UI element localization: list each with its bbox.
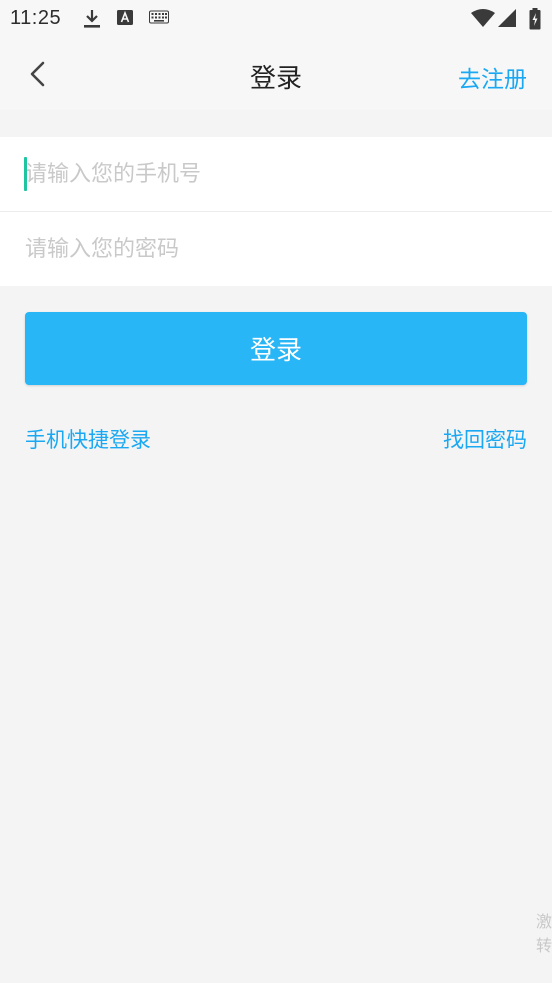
a-notification-icon xyxy=(117,10,133,25)
download-icon xyxy=(84,10,100,28)
phone-field xyxy=(0,137,552,211)
nav-bar: 登录 去注册 xyxy=(0,38,552,110)
forgot-password-link[interactable]: 找回密码 xyxy=(443,424,527,454)
status-bar: 11:25 xyxy=(0,0,552,38)
login-screen: 11:25 登录 去注册 请输入您的手机号 登录 手机快捷登录 找回密码 激 转 xyxy=(0,0,552,983)
watermark-line: 转 xyxy=(536,936,552,955)
wifi-icon xyxy=(471,9,495,27)
register-link[interactable]: 去注册 xyxy=(458,60,527,94)
text-cursor xyxy=(24,157,27,191)
password-field xyxy=(0,211,552,286)
quick-login-link[interactable]: 手机快捷登录 xyxy=(25,424,151,454)
watermark: 激 转 xyxy=(536,910,552,958)
keyboard-icon xyxy=(149,10,169,24)
password-input[interactable] xyxy=(25,229,525,269)
signal-icon xyxy=(498,9,516,27)
phone-input[interactable] xyxy=(25,154,525,194)
login-button[interactable]: 登录 xyxy=(25,312,527,385)
battery-charging-icon xyxy=(529,8,541,30)
watermark-line: 激 xyxy=(536,912,552,931)
login-form xyxy=(0,137,552,286)
status-time: 11:25 xyxy=(10,7,62,29)
